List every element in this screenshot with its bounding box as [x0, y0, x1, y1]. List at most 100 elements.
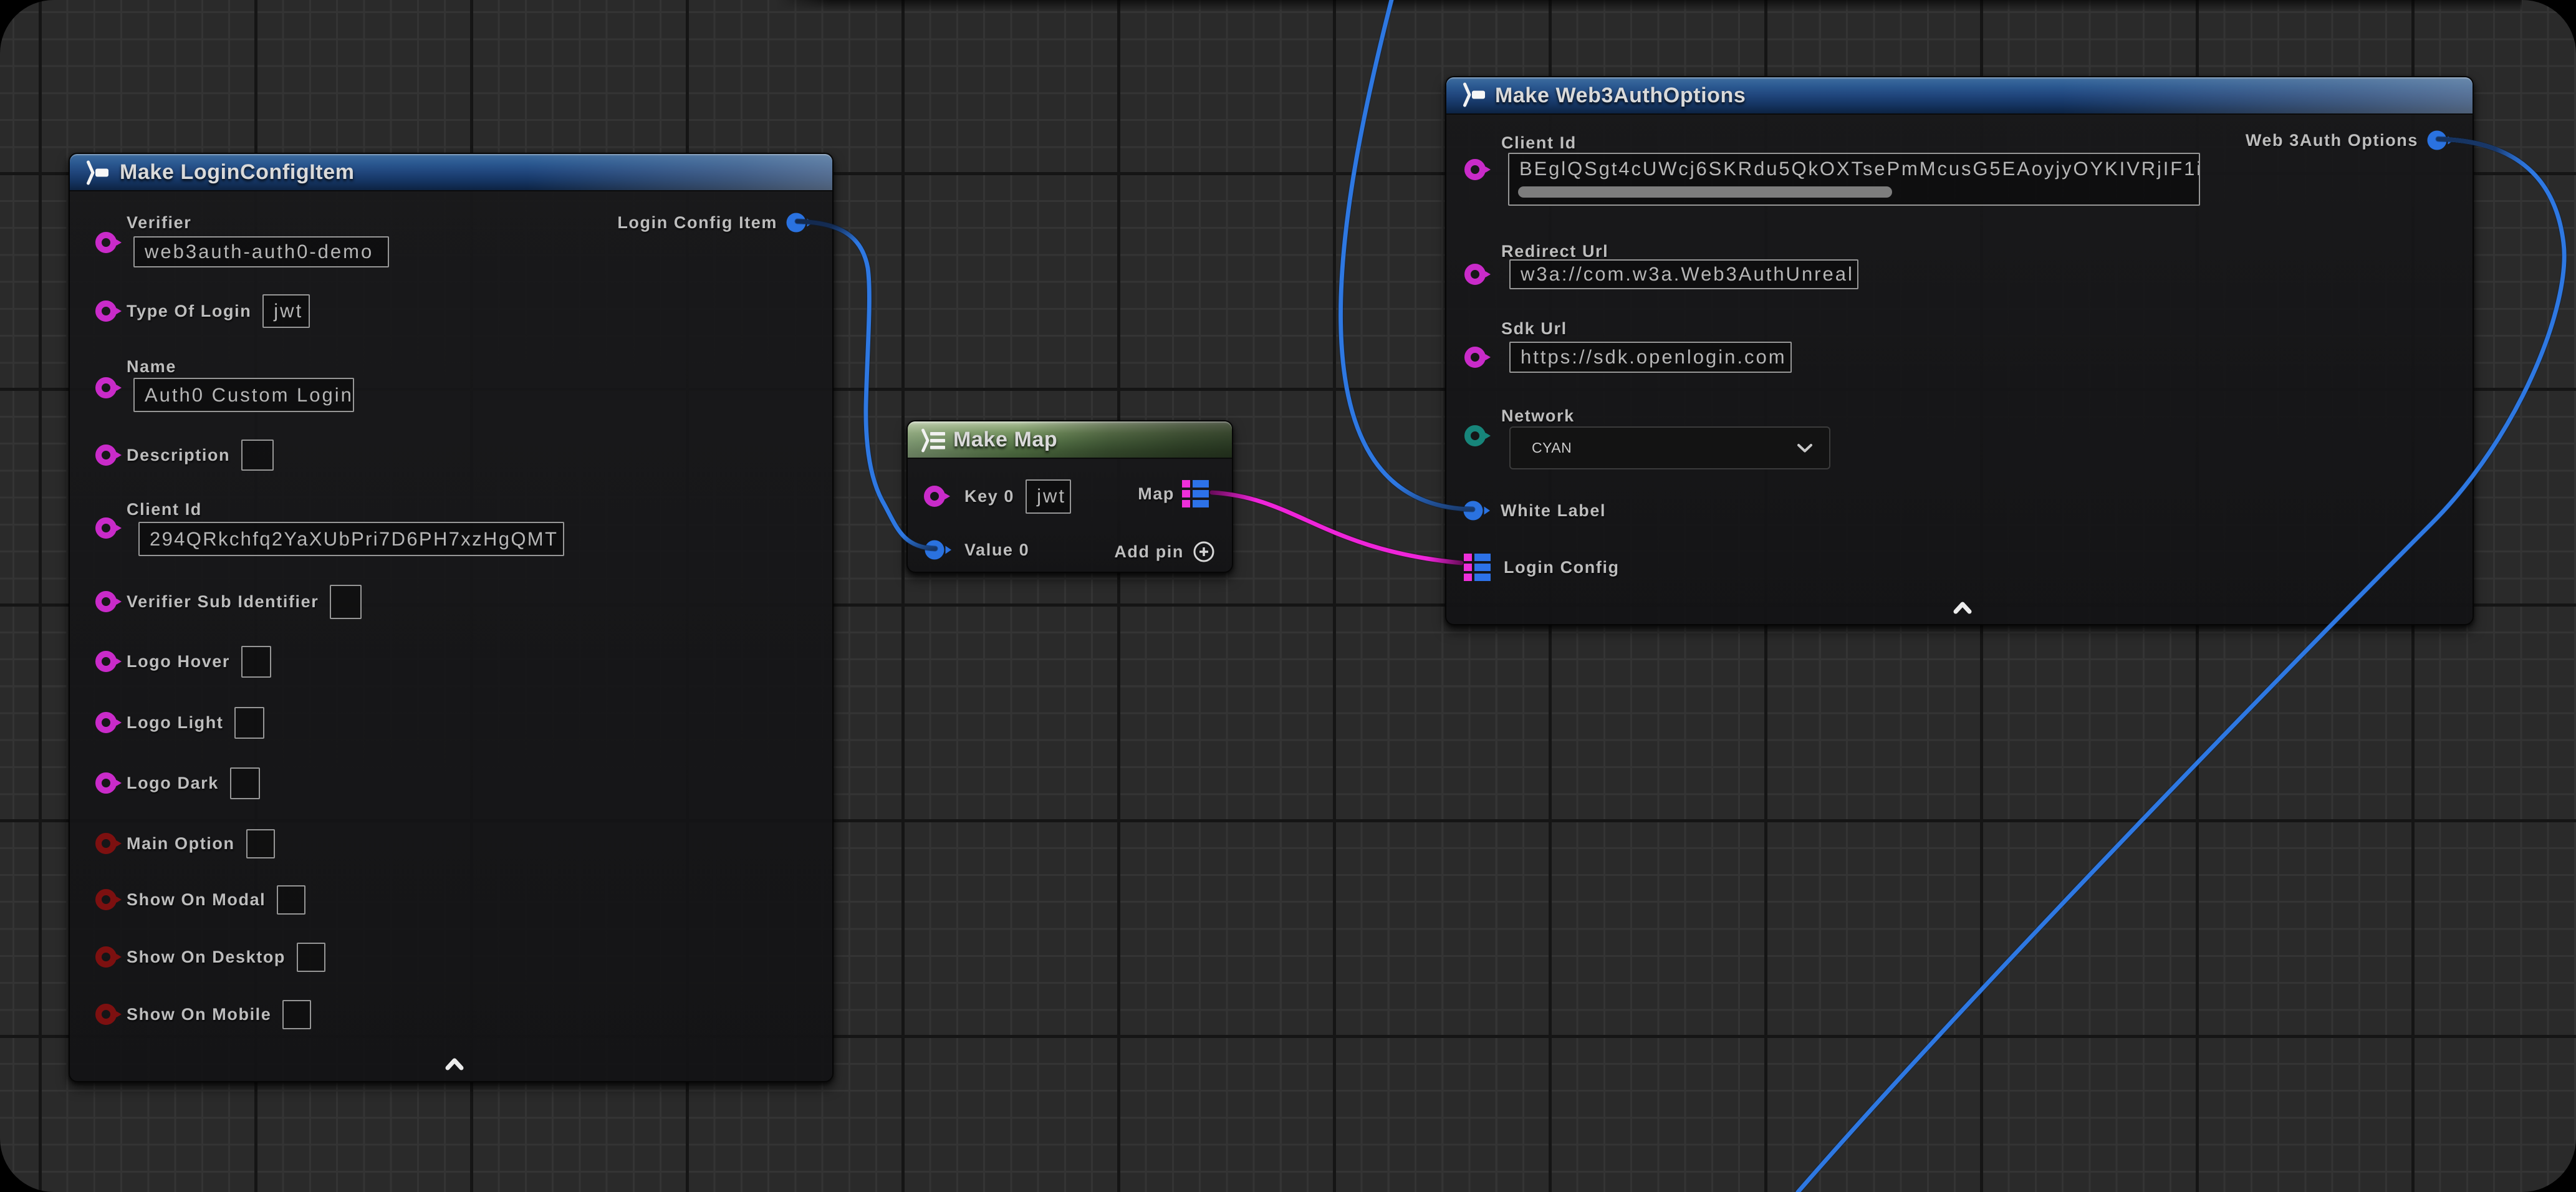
pin-label: Description	[127, 446, 230, 465]
pin-label: Show On Mobile	[127, 1005, 271, 1024]
logo-light-input[interactable]	[234, 707, 264, 739]
pin-row-client-id: Client Id BEglQSgt4cUWcj6SKRdu5QkOXTsePm…	[1446, 133, 2473, 214]
input-value-text: jwt	[1037, 485, 1066, 507]
enum-pin-icon[interactable]	[1464, 425, 1494, 447]
string-pin-icon[interactable]	[95, 300, 125, 322]
pin-label: Key 0	[964, 487, 1014, 506]
pin-label: Network	[1501, 406, 1575, 426]
string-pin-icon[interactable]	[95, 231, 125, 254]
logo-dark-input[interactable]	[230, 767, 260, 799]
wire-map-to-login-config[interactable]	[1212, 493, 1461, 563]
pin-row-show-on-modal: Show On Modal	[95, 882, 305, 917]
pin-row-verifier: Verifier web3auth-auth0-demo	[70, 213, 832, 272]
offscreen-node-shadow	[776, 0, 2522, 11]
pin-label: Value 0	[964, 541, 1029, 560]
pin-row-logo-dark: Logo Dark	[95, 766, 260, 800]
string-pin-icon[interactable]	[95, 590, 125, 613]
node-make-web3authoptions[interactable]: Make Web3AuthOptions Web 3Auth Options C…	[1445, 76, 2474, 625]
pin-row-verifier-sub-identifier: Verifier Sub Identifier	[95, 584, 362, 619]
show-on-mobile-checkbox[interactable]	[282, 1000, 311, 1029]
node-make-map[interactable]: Make Map Key 0 jwt Value 0	[906, 420, 1233, 573]
string-pin-icon[interactable]	[95, 517, 125, 539]
pin-row-type-of-login: Type Of Login jwt	[95, 294, 310, 329]
client-id-scrollbar[interactable]	[1518, 186, 1892, 198]
logo-hover-input[interactable]	[241, 646, 271, 678]
pin-row-redirect-url: Redirect Url w3a://com.w3a.Web3AuthUnrea…	[1446, 242, 2473, 298]
pin-row-network: Network CYAN	[1446, 406, 2473, 475]
input-value-text: 294QRkchfq2YaXUbPri7D6PH7xzHgQMT	[150, 528, 558, 550]
pin-row-name: Name Auth0 Custom Login	[70, 357, 832, 416]
input-value-text: web3auth-auth0-demo	[145, 241, 373, 263]
pin-row-show-on-desktop: Show On Desktop	[95, 940, 325, 974]
description-input[interactable]	[241, 440, 274, 471]
bool-pin-icon[interactable]	[95, 946, 125, 968]
pin-row-sdk-url: Sdk Url https://sdk.openlogin.com	[1446, 319, 2473, 378]
collapse-node-icon[interactable]	[1953, 600, 1973, 614]
verifier-input[interactable]: web3auth-auth0-demo	[133, 236, 389, 267]
pin-row-description: Description	[95, 438, 274, 473]
input-value-text: Auth0 Custom Login	[145, 384, 353, 406]
wildcard-pin-icon[interactable]	[923, 539, 953, 561]
input-value-text: BEglQSgt4cUWcj6SKRdu5QkOXTsePmMcusG5EAoy…	[1519, 154, 2200, 184]
map-pin-icon[interactable]	[1182, 480, 1211, 507]
string-pin-icon[interactable]	[923, 485, 953, 507]
network-dropdown[interactable]: CYAN	[1509, 426, 1830, 469]
graph-canvas[interactable]: Make LoginConfigItem Login Config Item V…	[0, 0, 2576, 1192]
make-struct-icon	[86, 160, 110, 185]
node-titlebar[interactable]: Make Map	[908, 421, 1232, 459]
client-id-input[interactable]: 294QRkchfq2YaXUbPri7D6PH7xzHgQMT	[138, 522, 564, 556]
pin-row-client-id: Client Id 294QRkchfq2YaXUbPri7D6PH7xzHgQ…	[70, 500, 832, 559]
pin-row-white-label: White Label	[1462, 493, 1606, 528]
name-input[interactable]: Auth0 Custom Login	[133, 378, 354, 412]
pin-label: Logo Dark	[127, 774, 219, 793]
pin-label: Name	[127, 357, 176, 377]
add-pin-label: Add pin	[1114, 542, 1184, 562]
type-of-login-input[interactable]: jwt	[262, 294, 310, 328]
show-on-modal-checkbox[interactable]	[277, 885, 305, 915]
node-title: Make Map	[953, 421, 1057, 458]
node-title: Make Web3AuthOptions	[1495, 77, 1746, 113]
pin-label: Type Of Login	[127, 302, 251, 321]
string-pin-icon[interactable]	[1464, 263, 1494, 286]
string-pin-icon[interactable]	[1464, 158, 1494, 181]
redirect-url-input[interactable]: w3a://com.w3a.Web3AuthUnreal	[1509, 259, 1858, 289]
pin-label: Client Id	[127, 500, 202, 519]
sdk-url-input[interactable]: https://sdk.openlogin.com	[1509, 342, 1792, 373]
node-titlebar[interactable]: Make Web3AuthOptions	[1446, 77, 2473, 115]
pin-label: Logo Hover	[127, 652, 230, 671]
pin-label: Verifier Sub Identifier	[127, 592, 319, 612]
string-pin-icon[interactable]	[95, 772, 125, 794]
pin-label: Verifier	[127, 213, 191, 233]
pin-label: Redirect Url	[1501, 242, 1608, 261]
node-make-loginconfigitem[interactable]: Make LoginConfigItem Login Config Item V…	[69, 153, 834, 1082]
pin-label: White Label	[1501, 501, 1606, 521]
pin-label: Sdk Url	[1501, 319, 1567, 339]
show-on-desktop-checkbox[interactable]	[297, 943, 325, 972]
pin-label: Main Option	[127, 834, 235, 853]
collapse-node-icon[interactable]	[445, 1057, 464, 1070]
map-pin-icon[interactable]	[1464, 554, 1492, 581]
network-value: CYAN	[1532, 440, 1797, 456]
add-pin-button[interactable]: Add pin	[1114, 534, 1215, 569]
input-value-text: jwt	[274, 300, 303, 322]
dropdown-chevron-icon	[1797, 443, 1813, 453]
node-titlebar[interactable]: Make LoginConfigItem	[70, 154, 832, 191]
bool-pin-icon[interactable]	[95, 888, 125, 911]
client-id-input[interactable]: BEglQSgt4cUWcj6SKRdu5QkOXTsePmMcusG5EAoy…	[1508, 153, 2200, 206]
string-pin-icon[interactable]	[1464, 346, 1494, 368]
verifier-sub-identifier-input[interactable]	[330, 585, 362, 619]
bool-pin-icon[interactable]	[95, 1003, 125, 1026]
object-pin-icon[interactable]	[1462, 499, 1492, 522]
pin-row-login-config: Login Config	[1464, 550, 1620, 585]
key0-input[interactable]: jwt	[1026, 479, 1071, 514]
string-pin-icon[interactable]	[95, 711, 125, 734]
pin-row-main-option: Main Option	[95, 826, 275, 861]
main-option-checkbox[interactable]	[246, 829, 275, 858]
bool-pin-icon[interactable]	[95, 832, 125, 855]
string-pin-icon[interactable]	[95, 377, 125, 399]
pin-label: Show On Desktop	[127, 948, 286, 967]
string-pin-icon[interactable]	[95, 444, 125, 466]
pin-row-logo-hover: Logo Hover	[95, 644, 271, 679]
string-pin-icon[interactable]	[95, 650, 125, 673]
pin-row-value0: Value 0	[923, 532, 1029, 567]
